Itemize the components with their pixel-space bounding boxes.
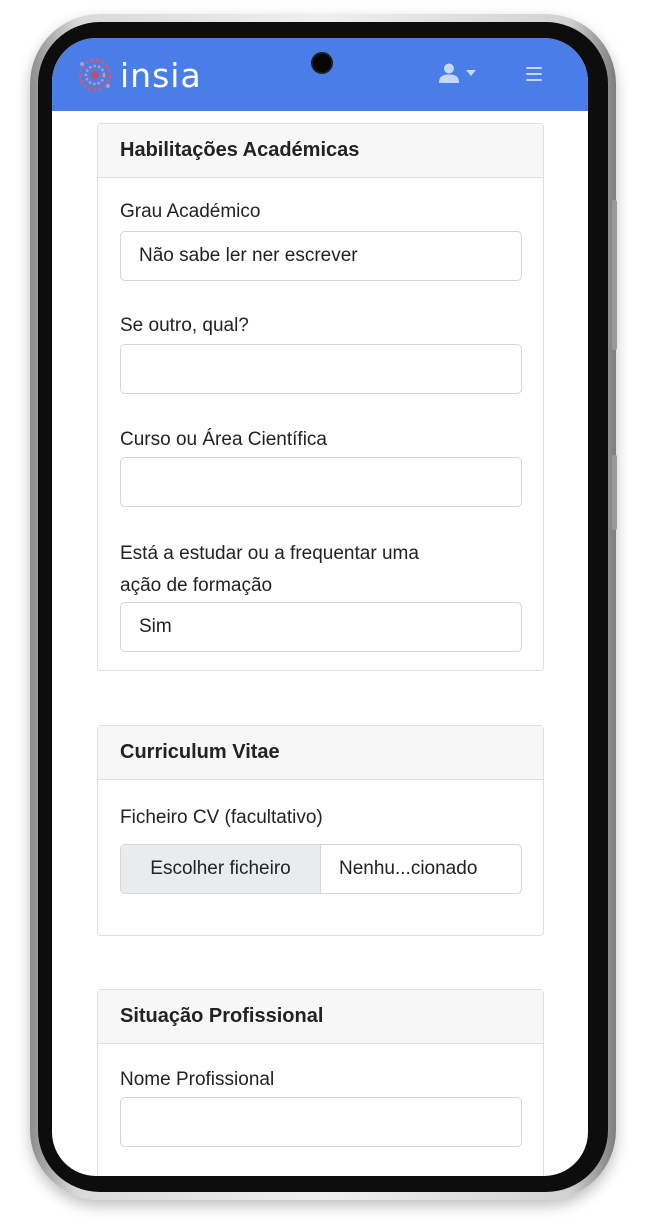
cv-file-label: Ficheiro CV (facultativo) [120,807,323,828]
academic-card-title: Habilitações Académicas [98,124,543,178]
professional-name-label: Nome Profissional [120,1069,275,1090]
brand-logo[interactable]: insia [74,54,202,96]
top-navbar: insia [52,38,588,111]
degree-label: Grau Académico [120,201,261,222]
course-input[interactable] [120,457,522,507]
cv-card-title: Curriculum Vitae [98,726,543,780]
cv-card: Curriculum Vitae Ficheiro CV (facultativ… [97,725,544,936]
front-camera [311,52,333,74]
professional-card: Situação Profissional Nome Profissional [97,989,544,1176]
studying-label-line2: ação de formação [120,575,273,596]
course-label: Curso ou Área Científica [120,429,327,450]
academic-card: Habilitações Académicas Grau Académico N… [97,123,544,671]
brand-name: insia [120,55,202,95]
professional-card-title: Situação Profissional [98,990,543,1044]
user-icon [439,63,459,83]
phone-screen: insia Habilitações Académicas Grau Acadé… [52,38,588,1176]
professional-name-input[interactable] [120,1097,522,1147]
insia-logo-icon [78,58,112,92]
studying-select[interactable]: Sim [120,602,522,652]
degree-select[interactable]: Não sabe ler ner escrever [120,231,522,281]
choose-file-button[interactable]: Escolher ficheiro [121,845,321,893]
other-degree-label: Se outro, qual? [120,315,249,336]
user-menu-toggle[interactable] [438,62,476,84]
other-degree-input[interactable] [120,344,522,394]
file-status: Nenhu...cionado [339,858,478,879]
studying-label-line1: Está a estudar ou a frequentar uma [120,543,419,564]
cv-file-input[interactable]: Escolher ficheiro Nenhu...cionado [120,844,522,894]
power-button [612,455,617,530]
volume-button [612,200,617,350]
hamburger-menu-icon[interactable] [526,67,542,85]
chevron-down-icon [466,70,476,76]
